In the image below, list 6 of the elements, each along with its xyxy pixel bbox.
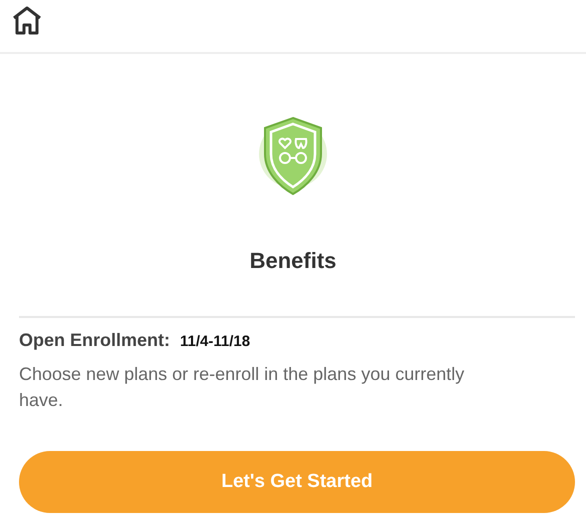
home-icon[interactable] [10, 4, 44, 36]
page-title: Benefits [250, 248, 336, 274]
get-started-button[interactable]: Let's Get Started [19, 451, 575, 513]
enrollment-dates: 11/4-11/18 [180, 333, 250, 350]
enrollment-label: Open Enrollment: [19, 330, 170, 351]
description: Choose new plans or re-enroll in the plans you currently have. [19, 363, 466, 412]
